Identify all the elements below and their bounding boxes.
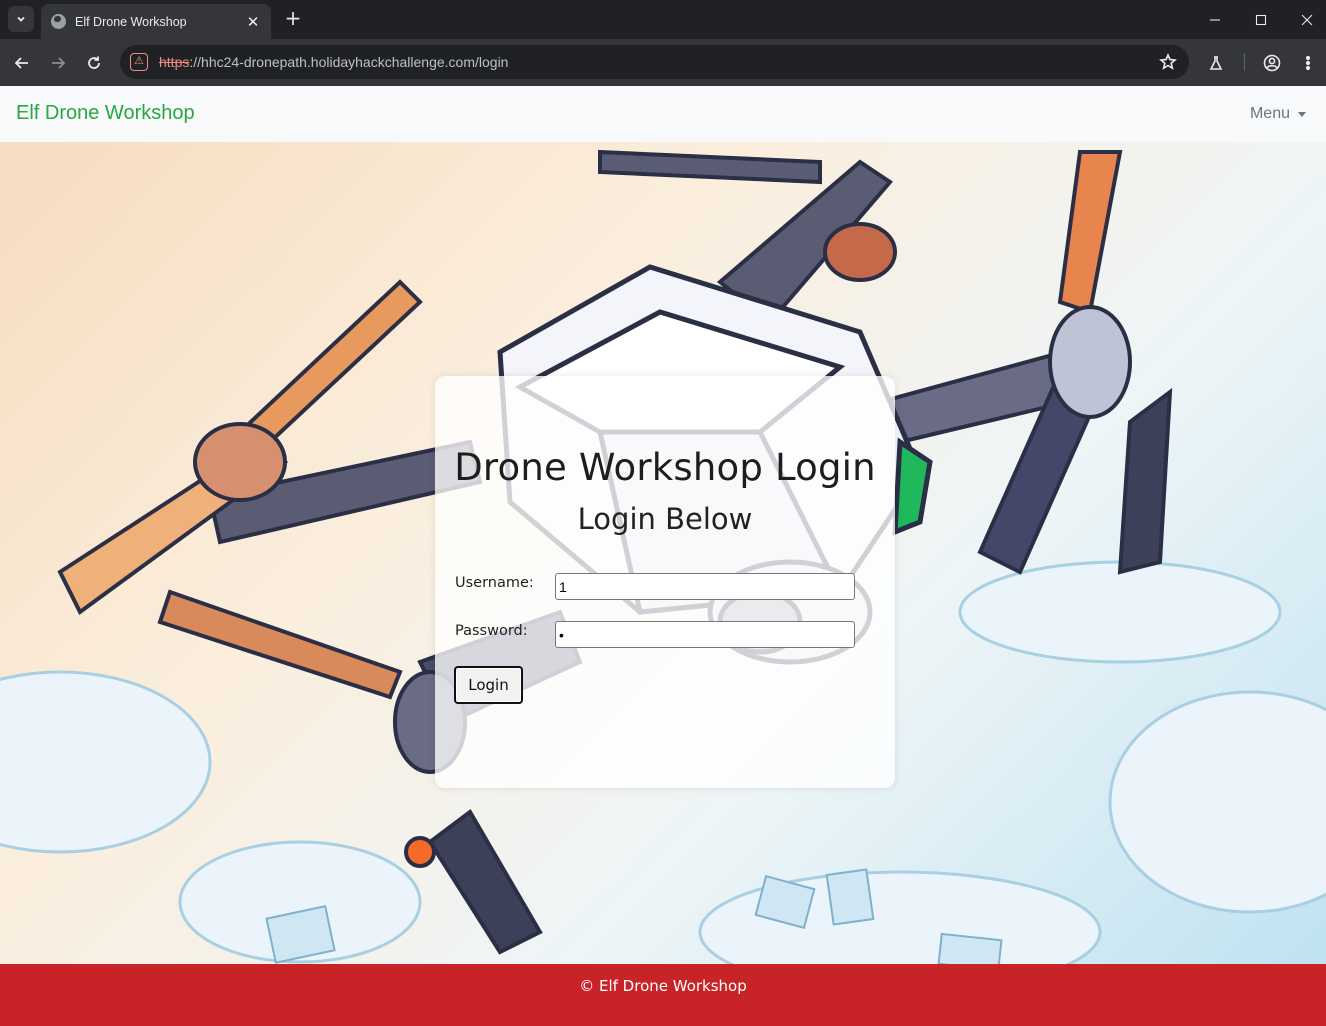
globe-icon [51,14,66,29]
new-tab-button[interactable]: + [282,7,304,29]
menu-dropdown[interactable]: Menu [1250,105,1306,123]
password-label: Password: [455,623,528,639]
address-bar[interactable]: ⚠ https://hhc24-dronepath.holidayhackcha… [120,45,1189,79]
labs-button[interactable] [1203,50,1229,76]
arrow-left-icon [14,57,28,69]
reload-icon [88,56,100,69]
password-input[interactable] [555,621,855,648]
forward-button[interactable] [45,50,71,76]
star-icon [1159,52,1177,70]
chevron-down-icon [17,16,25,22]
maximize-button[interactable] [1238,0,1284,39]
site-navbar: Elf Drone Workshop Menu [0,86,1326,142]
close-icon [1301,14,1313,25]
toolbar-separator [1244,53,1245,71]
more-menu-button[interactable] [1295,50,1321,76]
profile-button[interactable] [1259,50,1285,76]
site-brand[interactable]: Elf Drone Workshop [16,102,195,125]
page-title: Drone Workshop Login [454,446,876,489]
menu-label: Menu [1249,105,1290,122]
username-input[interactable] [555,573,855,600]
bookmark-star-button[interactable] [1159,52,1177,75]
reload-button[interactable] [81,50,107,76]
login-card: Drone Workshop Login Login Below Usernam… [435,376,895,788]
browser-tab[interactable]: Elf Drone Workshop ✕ [41,4,271,39]
close-window-button[interactable] [1284,0,1326,39]
flask-icon [1209,56,1223,70]
footer-copyright: © Elf Drone Workshop [579,977,747,995]
page-subtitle: Login Below [577,502,753,536]
url-text[interactable]: https://hhc24-dronepath.holidayhackchall… [159,54,508,70]
profile-icon [1263,54,1281,72]
back-button[interactable] [9,50,35,76]
username-label: Username: [455,575,534,591]
tab-search-button[interactable] [8,6,34,32]
caret-down-icon [1298,111,1306,117]
login-button[interactable]: Login [454,666,523,704]
page-viewport: Elf Drone Workshop Menu Drone Workshop L… [0,86,1326,1026]
close-tab-icon[interactable]: ✕ [245,13,261,31]
maximize-icon [1255,14,1267,25]
browser-tabstrip: Elf Drone Workshop ✕ + [0,0,1326,39]
tab-title: Elf Drone Workshop [75,14,187,29]
browser-toolbar: ⚠ https://hhc24-dronepath.holidayhackcha… [0,39,1326,86]
minimize-icon [1210,18,1220,21]
site-footer: © Elf Drone Workshop [0,964,1326,1026]
arrow-right-icon [52,57,66,69]
minimize-button[interactable] [1192,0,1238,39]
more-vert-icon [1305,55,1311,71]
not-secure-icon[interactable]: ⚠ [130,53,148,71]
